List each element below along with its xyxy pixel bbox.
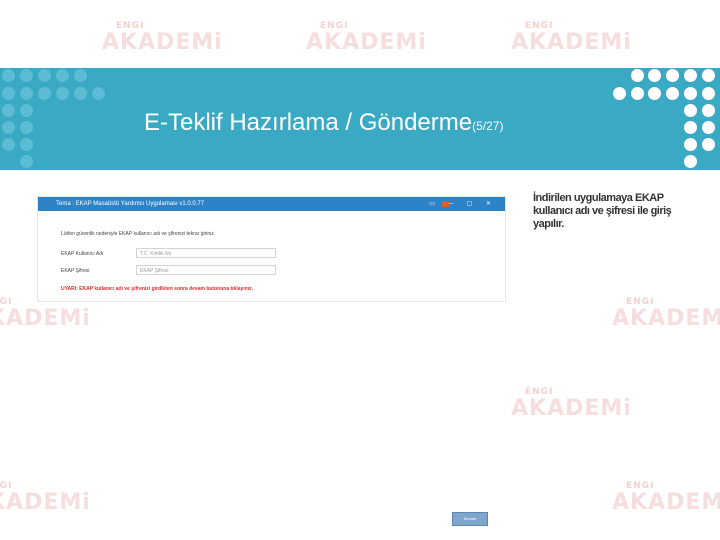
- decor-dot: [2, 69, 15, 82]
- username-placeholder: T.C. Kimlik No: [140, 251, 172, 257]
- page-indicator: (5/27): [472, 119, 504, 133]
- decor-dot: [666, 69, 679, 82]
- watermark-logo: ENGIAKADEMi: [0, 481, 91, 515]
- decor-dot: [666, 87, 679, 100]
- decor-dot: [702, 87, 715, 100]
- warning-text: UYARI: EKAP kullanıcı adı ve şifrenizi g…: [61, 286, 253, 292]
- decor-dot: [648, 69, 661, 82]
- watermark-logo: ENGIAKADEMi: [306, 21, 427, 55]
- decor-dot: [20, 104, 33, 117]
- decor-dot: [631, 69, 644, 82]
- decor-dot: [684, 121, 697, 134]
- app-title-bar: Tema : EKAP Masaüstü Yardımcı Uygulaması…: [38, 197, 505, 211]
- watermark-logo: ENGIAKADEMi: [511, 387, 632, 421]
- username-label: EKAP Kullanıcı Adı: [61, 251, 104, 257]
- username-field[interactable]: T.C. Kimlik No: [136, 248, 276, 258]
- decor-dot: [20, 121, 33, 134]
- decor-dot: [56, 69, 69, 82]
- decor-dot: [613, 87, 626, 100]
- decor-dot: [38, 87, 51, 100]
- decor-dot: [20, 69, 33, 82]
- watermark-logo: ENGIAKADEMi: [612, 481, 720, 515]
- decor-dot: [702, 121, 715, 134]
- decor-dot: [684, 104, 697, 117]
- decor-dot: [56, 87, 69, 100]
- decor-dot: [702, 138, 715, 151]
- decor-dot: [20, 87, 33, 100]
- watermark-logo: ENGIAKADEMi: [0, 297, 91, 331]
- app-window: Tema : EKAP Masaüstü Yardımcı Uygulaması…: [37, 196, 506, 302]
- decor-dot: [2, 104, 15, 117]
- password-label: EKAP Şifresi: [61, 268, 90, 274]
- slide-title: E-Teklif Hazırlama / Gönderme(5/27): [144, 108, 503, 141]
- side-note: İndirilen uygulamaya EKAP kullanıcı adı …: [533, 192, 672, 230]
- decor-dot: [684, 87, 697, 100]
- continue-button[interactable]: Devam: [452, 512, 488, 526]
- decor-dot: [74, 87, 87, 100]
- watermark-logo: ENGIAKADEMi: [102, 21, 223, 55]
- decor-dot: [38, 69, 51, 82]
- app-message: Lütfen güvenlik nedeniyle EKAP kullanıcı…: [61, 231, 216, 237]
- decor-dot: [702, 69, 715, 82]
- decor-dot: [702, 104, 715, 117]
- decor-dot: [92, 87, 105, 100]
- decor-dot: [2, 121, 15, 134]
- watermark-logo: ENGIAKADEMi: [612, 297, 720, 331]
- decor-dot: [684, 69, 697, 82]
- password-placeholder: EKAP Şifresi: [140, 268, 169, 274]
- app-title: Tema : EKAP Masaüstü Yardımcı Uygulaması…: [56, 201, 205, 207]
- decor-dot: [631, 87, 644, 100]
- decor-dot: [648, 87, 661, 100]
- decor-dot: [20, 138, 33, 151]
- decor-dot: [684, 138, 697, 151]
- decor-dot: [2, 138, 15, 151]
- decor-dot: [684, 155, 697, 168]
- slide-title-text: E-Teklif Hazırlama / Gönderme: [144, 109, 473, 136]
- window-controls[interactable]: ▭ ─ ▢ ✕: [429, 197, 497, 211]
- decor-dot: [74, 69, 87, 82]
- decor-dot: [20, 155, 33, 168]
- password-field[interactable]: EKAP Şifresi: [136, 265, 276, 275]
- watermark-logo: ENGIAKADEMi: [511, 21, 632, 55]
- decor-dot: [2, 87, 15, 100]
